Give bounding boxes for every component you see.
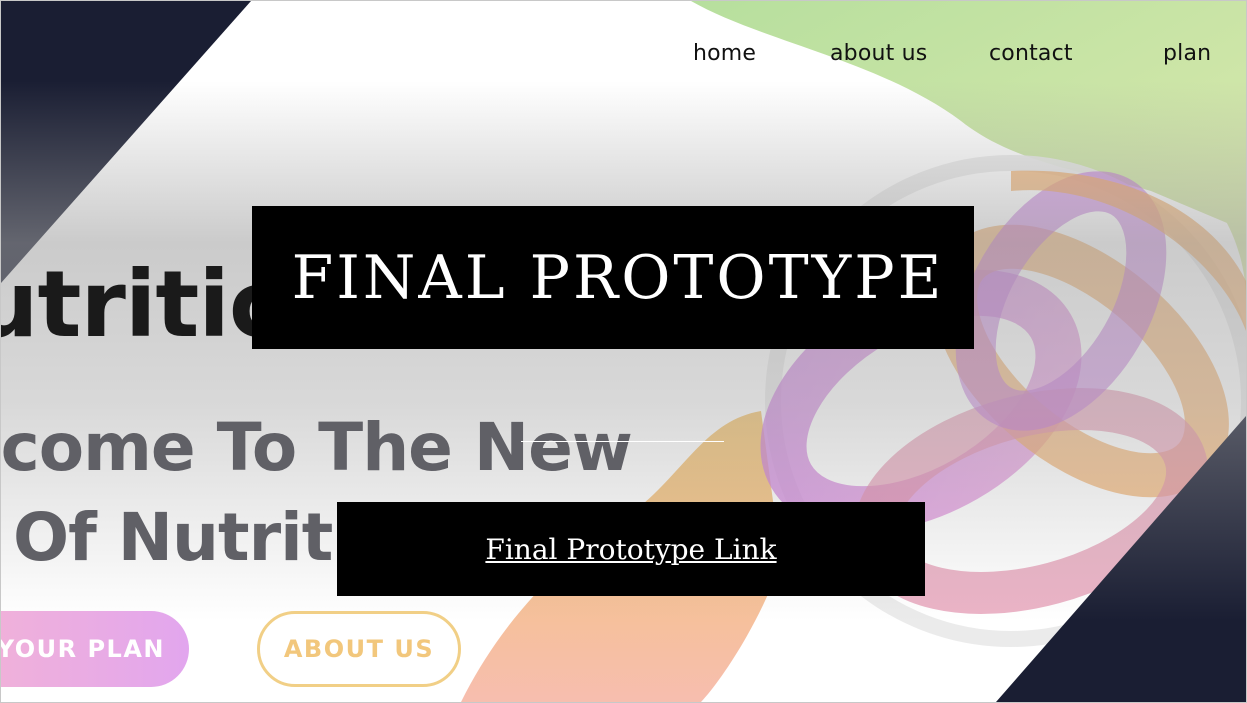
nav-link-home[interactable]: home bbox=[693, 41, 756, 66]
presentation-slide: home about us contact plan utritic lcome… bbox=[0, 0, 1247, 703]
nav-link-about[interactable]: about us bbox=[830, 41, 927, 66]
prototype-link-box: Final Prototype Link bbox=[337, 502, 925, 596]
hero-title-fragment: utritic bbox=[0, 251, 283, 358]
nav-link-plan[interactable]: plan bbox=[1163, 41, 1211, 66]
slide-title-box: FINAL PROTOTYPE bbox=[252, 206, 974, 349]
your-plan-button[interactable]: YOUR PLAN bbox=[1, 611, 189, 687]
nav-link-contact[interactable]: contact bbox=[989, 41, 1073, 66]
about-us-button[interactable]: ABOUT US bbox=[257, 611, 461, 687]
hero-welcome-line: lcome To The New bbox=[0, 409, 633, 486]
slide-title: FINAL PROTOTYPE bbox=[291, 242, 945, 313]
hero-nutrition-line: Of Nutriti bbox=[13, 499, 355, 576]
divider-line bbox=[521, 441, 724, 442]
final-prototype-link[interactable]: Final Prototype Link bbox=[485, 533, 776, 566]
